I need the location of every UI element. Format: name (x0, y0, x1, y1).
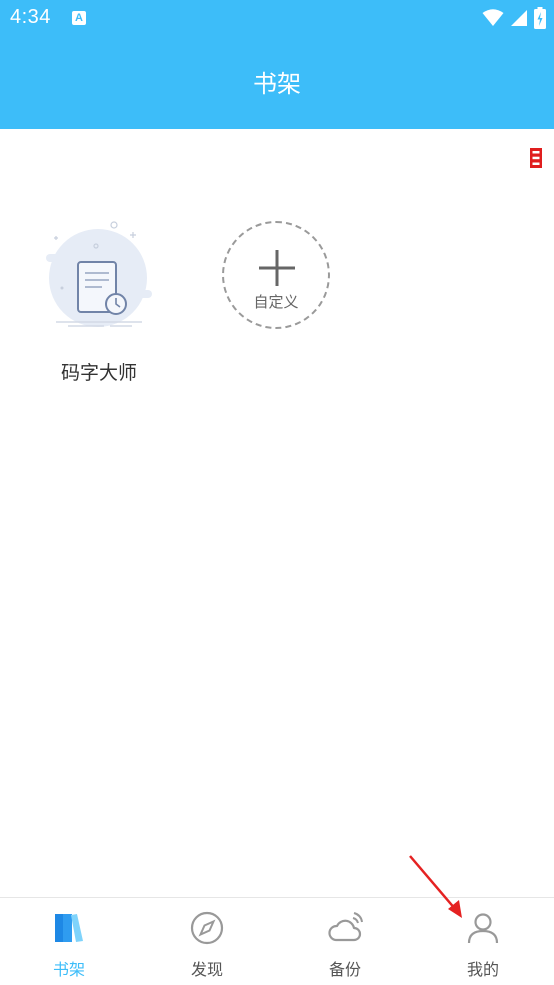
nav-label-mine: 我的 (466, 960, 499, 979)
nav-item-bookshelf[interactable]: 书架 (0, 898, 138, 985)
nav-label-bookshelf: 书架 (52, 960, 85, 979)
signal-icon (511, 10, 527, 26)
page-title: 书架 (253, 70, 301, 98)
plus-icon (259, 250, 295, 286)
nav-item-discover[interactable]: 发现 (138, 898, 276, 985)
wifi-icon (482, 9, 504, 26)
status-indicators (482, 6, 546, 30)
book-title: 码字大师 (60, 362, 137, 384)
red-tag-icon (530, 148, 542, 168)
compass-icon (190, 911, 224, 945)
nav-label-discover: 发现 (190, 960, 223, 979)
bookshelf-icon (55, 914, 83, 942)
status-bar: 4:34 A (0, 0, 554, 38)
app-header: 4:34 A 书架 (0, 0, 554, 129)
book-tile[interactable]: 码字大师 (38, 218, 160, 385)
red-arrow-icon (409, 855, 462, 918)
nav-label-backup: 备份 (328, 960, 361, 979)
add-custom-button[interactable]: 自定义 (222, 221, 330, 329)
add-custom-label: 自定义 (253, 293, 299, 311)
battery-icon (534, 7, 546, 29)
bottom-navigation: 书架 发现 备份 我的 (0, 897, 554, 984)
user-icon (467, 913, 499, 944)
cloud-backup-icon (328, 912, 363, 942)
book-cover-icon (46, 221, 152, 327)
nav-item-backup[interactable]: 备份 (276, 898, 414, 985)
notification-a-icon: A (72, 11, 86, 25)
status-time: 4:34 (10, 6, 51, 28)
